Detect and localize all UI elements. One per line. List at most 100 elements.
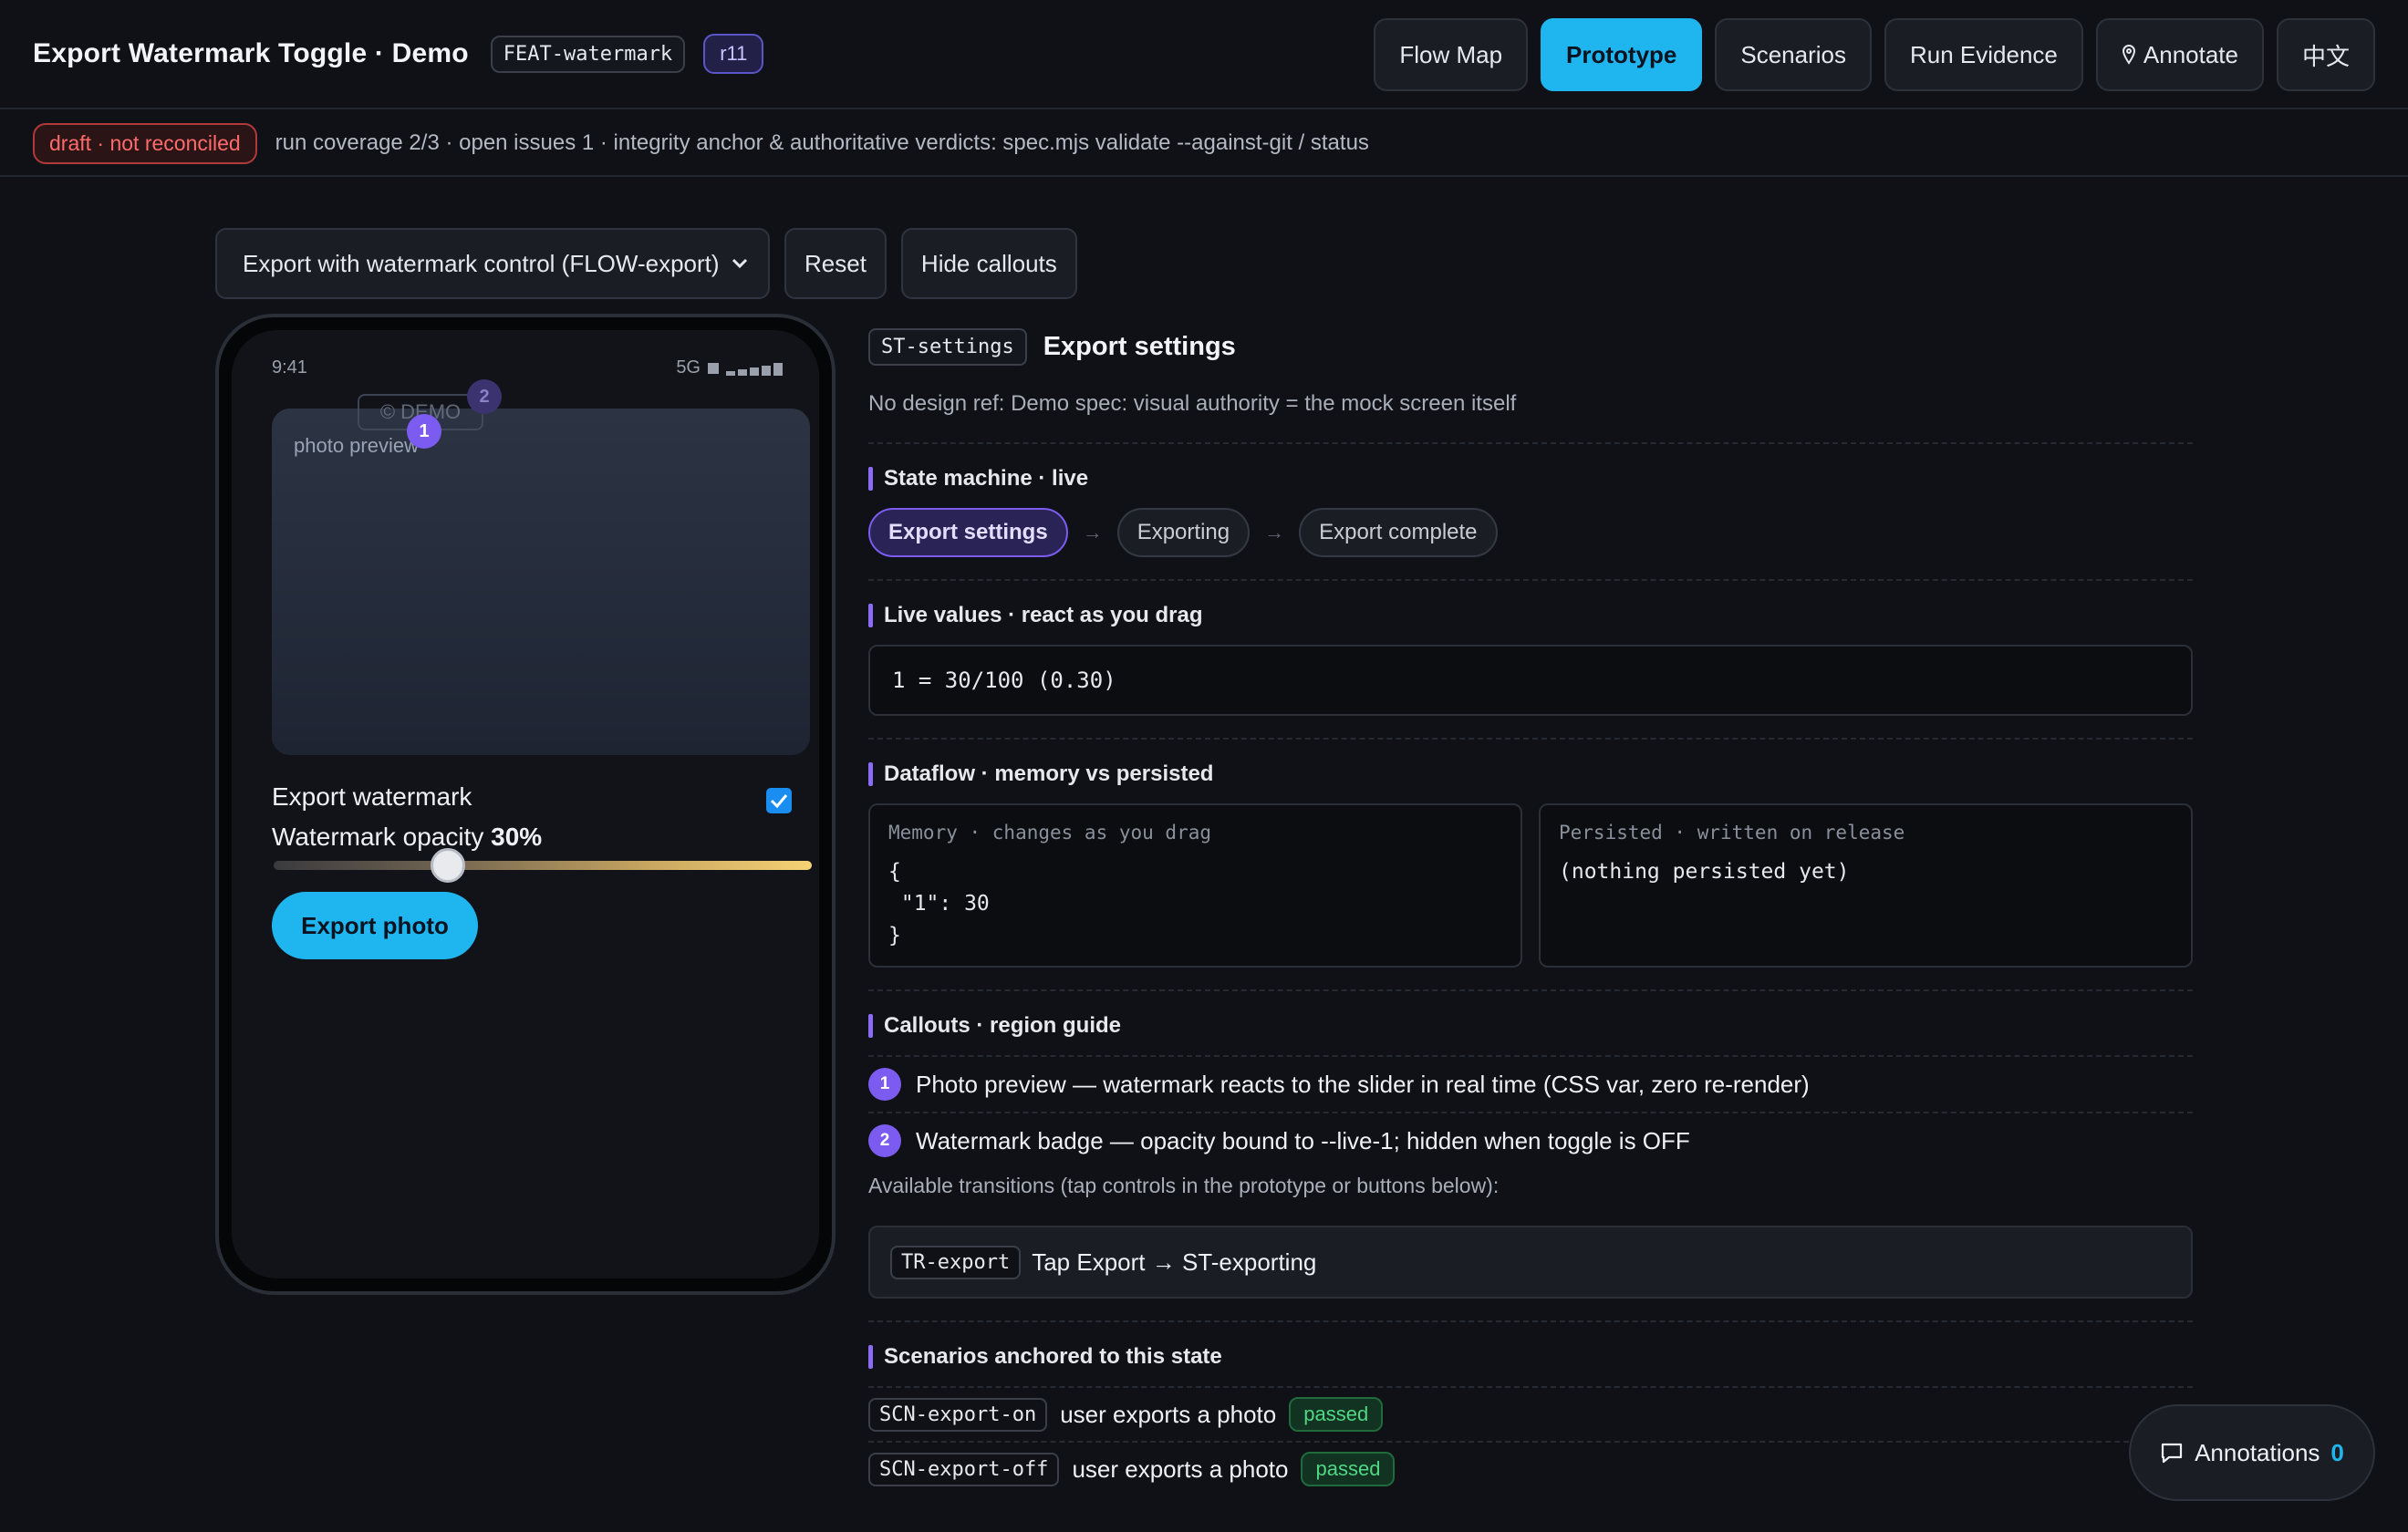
checkmark-icon (770, 794, 788, 808)
photo-preview-label: photo preview (294, 434, 419, 457)
watermark-toggle-checkbox[interactable] (766, 788, 792, 813)
callouts-heading: Callouts · region guide (868, 1013, 2193, 1039)
scenario-row[interactable]: SCN-export-on user exports a photo passe… (868, 1397, 2193, 1432)
memory-box: Memory · changes as you drag { "1": 30 } (868, 803, 1522, 968)
state-pill-export-settings[interactable]: Export settings (868, 508, 1068, 557)
nav-prototype[interactable]: Prototype (1541, 18, 1703, 91)
design-ref-note: No design ref: Demo spec: visual authori… (868, 391, 1517, 416)
arrow-right-icon: → (1082, 521, 1103, 543)
opacity-label: Watermark opacity (272, 823, 484, 851)
callout-number: 1 (868, 1068, 901, 1101)
nav-run-evidence[interactable]: Run Evidence (1884, 18, 2083, 91)
persisted-code: (nothing persisted yet) (1559, 860, 1850, 884)
comment-icon (2161, 1443, 2183, 1464)
nav-label: Scenarios (1740, 40, 1846, 68)
annotations-label: Annotations (2195, 1438, 2320, 1466)
annotations-button[interactable]: Annotations 0 (2129, 1404, 2375, 1501)
transition-id: TR-export (890, 1245, 1022, 1279)
pin-icon (2122, 45, 2135, 65)
divider (868, 1386, 2193, 1388)
flow-select-value: Export with watermark control (FLOW-expo… (243, 249, 720, 277)
state-panel: ST-settings Export settings No design re… (868, 328, 2193, 1486)
divider (868, 579, 2193, 581)
divider (868, 989, 2193, 991)
dataflow-row: Memory · changes as you drag { "1": 30 }… (868, 803, 2193, 968)
state-pill-export-complete[interactable]: Export complete (1299, 508, 1498, 557)
chevron-down-icon (732, 258, 748, 269)
signal-icon (726, 361, 783, 376)
revision-chip: r11 (703, 34, 764, 74)
nav-flow-map[interactable]: Flow Map (1374, 18, 1529, 91)
divider (868, 1441, 2193, 1443)
nav-label: 中文 (2301, 42, 2350, 70)
state-header: ST-settings Export settings (868, 328, 2193, 366)
status-strip: draft · not reconciled run coverage 2/3 … (0, 111, 2408, 177)
callout-marker-2[interactable]: 2 (467, 379, 502, 414)
flow-select[interactable]: Export with watermark control (FLOW-expo… (215, 228, 770, 299)
state-id-chip: ST-settings (868, 328, 1027, 366)
opacity-value: 30% (491, 823, 543, 851)
reset-button[interactable]: Reset (784, 228, 887, 299)
nav-label: Annotate (2143, 40, 2238, 68)
scenario-text: user exports a photo (1072, 1454, 1289, 1483)
status-badge: passed (1301, 1452, 1396, 1486)
memory-code: { "1": 30 } (888, 860, 990, 947)
scenario-id: SCN-export-on (868, 1397, 1048, 1432)
nav-label: Run Evidence (1910, 40, 2058, 68)
memory-caption: Memory · changes as you drag (888, 822, 1212, 844)
opacity-slider-track[interactable] (274, 861, 812, 870)
callout-text: Watermark badge — opacity bound to --liv… (916, 1126, 1690, 1154)
arrow-right-icon: → (1264, 521, 1285, 543)
draft-badge: draft · not reconciled (33, 122, 257, 164)
scenario-row[interactable]: SCN-export-off user exports a photo pass… (868, 1452, 2193, 1486)
app-title: Export Watermark Toggle · Demo (33, 38, 469, 68)
callout-item[interactable]: 2 Watermark badge — opacity bound to --l… (868, 1124, 2193, 1157)
callout-number: 2 (868, 1124, 901, 1157)
square-icon (708, 362, 719, 374)
divider (868, 442, 2193, 444)
scenarios-heading: Scenarios anchored to this state (868, 1344, 2193, 1370)
status-time: 9:41 (272, 357, 307, 378)
persisted-caption: Persisted · written on release (1559, 822, 1905, 844)
divider (868, 1112, 2193, 1113)
divider (868, 1320, 2193, 1322)
opacity-slider-thumb[interactable] (431, 848, 465, 883)
feature-chip: FEAT-watermark (490, 35, 686, 73)
heading-text: Dataflow · memory vs persisted (884, 761, 1214, 786)
state-machine-heading: State machine · live (868, 466, 2193, 492)
state-title: Export settings (1043, 332, 1236, 361)
heading-text: State machine · live (884, 466, 1089, 491)
prototype-controls: Export with watermark control (FLOW-expo… (215, 228, 1077, 299)
heading-text: Live values · react as you drag (884, 603, 1203, 627)
nav-label: Prototype (1566, 40, 1677, 68)
transition-button[interactable]: TR-export Tap Export → ST-exporting (868, 1226, 2193, 1299)
hide-callouts-button[interactable]: Hide callouts (900, 228, 1077, 299)
nav-scenarios[interactable]: Scenarios (1715, 18, 1872, 91)
export-photo-button[interactable]: Export photo (272, 892, 478, 959)
watermark-toggle-label: Export watermark (272, 782, 472, 811)
live-values-box: 1 = 30/100 (0.30) (868, 645, 2193, 716)
dataflow-heading: Dataflow · memory vs persisted (868, 761, 2193, 787)
photo-preview: photo preview (272, 409, 810, 755)
annotations-count: 0 (2330, 1438, 2344, 1466)
status-text: run coverage 2/3 · open issues 1 · integ… (275, 130, 1369, 155)
live-values-heading: Live values · react as you drag (868, 603, 2193, 628)
status-signal: 5G (676, 357, 783, 378)
persisted-box: Persisted · written on release (nothing … (1539, 803, 2193, 968)
nav-annotate[interactable]: Annotate (2095, 18, 2264, 91)
heading-text: Scenarios anchored to this state (884, 1344, 1222, 1369)
status-badge: passed (1289, 1397, 1384, 1432)
phone-screen: 9:41 5G photo preview © DEMO 2 1 Export … (232, 330, 819, 1278)
transitions-caption: Available transitions (tap controls in t… (868, 1174, 1500, 1197)
divider (868, 738, 2193, 740)
top-bar: Export Watermark Toggle · Demo FEAT-wate… (0, 0, 2408, 109)
nav-language[interactable]: 中文 (2276, 18, 2375, 91)
state-pill-exporting[interactable]: Exporting (1116, 508, 1251, 557)
state-machine: Export settings → Exporting → Export com… (868, 508, 2193, 557)
callout-item[interactable]: 1 Photo preview — watermark reacts to th… (868, 1068, 2193, 1101)
callout-text: Photo preview — watermark reacts to the … (916, 1070, 1810, 1098)
transition-text: Tap Export → ST-exporting (1032, 1247, 1317, 1276)
top-nav: Flow Map Prototype Scenarios Run Evidenc… (1374, 18, 2375, 91)
callout-marker-1[interactable]: 1 (407, 414, 441, 449)
divider (868, 1055, 2193, 1057)
